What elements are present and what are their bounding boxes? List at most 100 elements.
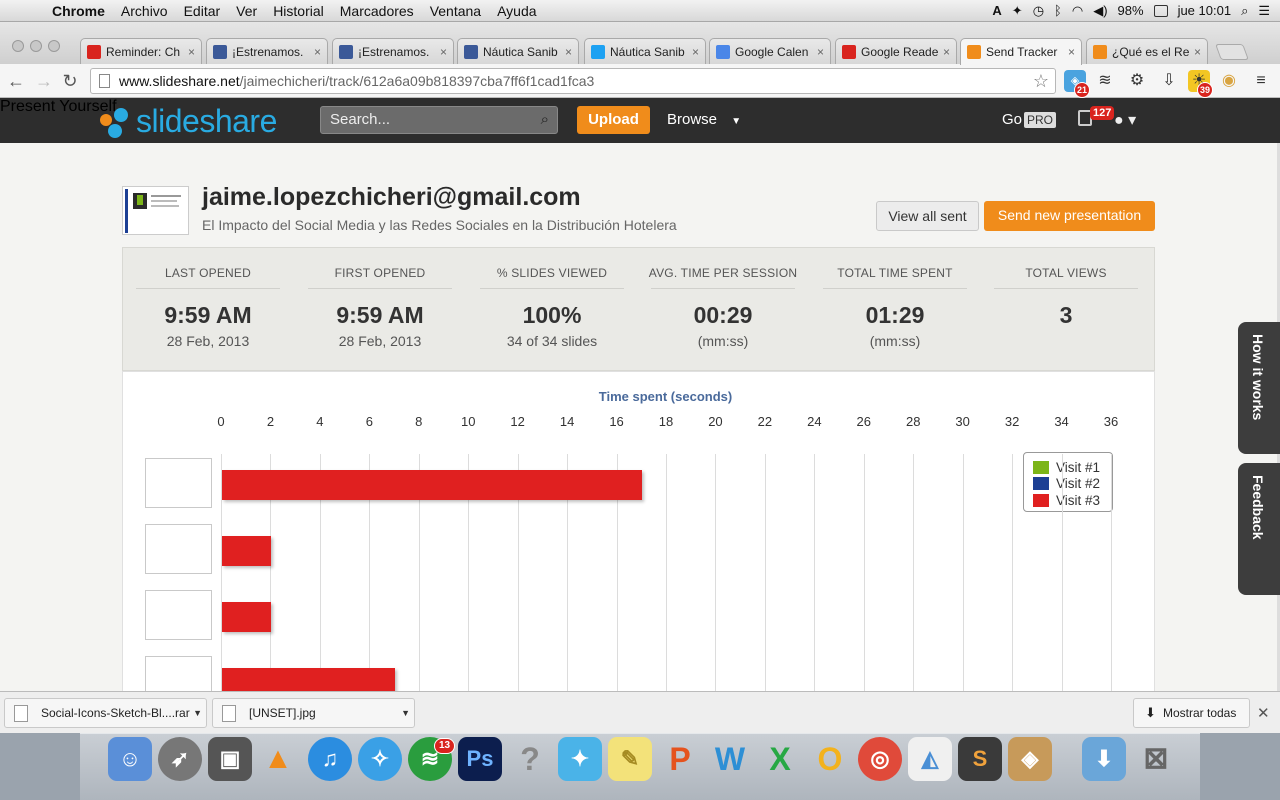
close-tab-icon[interactable]: × <box>817 45 824 59</box>
close-tab-icon[interactable]: × <box>943 45 950 59</box>
download-item[interactable]: Social-Icons-Sketch-Bl....rar ▼ <box>4 698 207 728</box>
unknown-app-icon[interactable]: ? <box>508 737 552 781</box>
show-all-downloads-button[interactable]: ⬇ Mostrar todas <box>1133 698 1250 728</box>
slide-thumbnail[interactable] <box>145 590 212 640</box>
slide-thumbnail[interactable] <box>145 458 212 508</box>
bar-visit-3[interactable] <box>222 536 272 566</box>
browser-tab[interactable]: Google Reade × <box>835 38 957 64</box>
dropbox-icon[interactable]: ✦ <box>1012 3 1023 19</box>
download-item[interactable]: [UNSET].jpg ▼ <box>212 698 415 728</box>
view-all-sent-button[interactable]: View all sent <box>876 201 979 231</box>
adobe-icon[interactable]: A <box>992 3 1001 18</box>
menu-marcadores[interactable]: Marcadores <box>332 3 422 19</box>
clock-text[interactable]: jue 10:01 <box>1178 3 1232 18</box>
go-pro-link[interactable]: Go PRO <box>1002 111 1057 128</box>
send-new-presentation-button[interactable]: Send new presentation <box>984 201 1155 231</box>
spotlight-icon[interactable]: ⌕ <box>1241 3 1248 19</box>
powerpoint-icon[interactable]: P <box>658 737 702 781</box>
bar-visit-3[interactable] <box>222 470 643 500</box>
wifi-icon[interactable]: ◠ <box>1072 3 1083 19</box>
browser-tab[interactable]: Send Tracker × <box>960 38 1082 65</box>
user-menu-icon[interactable]: ● ▾ <box>1114 110 1136 130</box>
close-tab-icon[interactable]: × <box>565 45 572 59</box>
battery-text[interactable]: 98% <box>1118 3 1144 18</box>
menu-chrome[interactable]: Chrome <box>44 3 113 19</box>
search-input[interactable]: Search... ⌕ <box>320 106 558 134</box>
browser-tab[interactable]: ¿Qué es el Re × <box>1086 38 1208 64</box>
launchpad-icon[interactable]: ➶ <box>158 737 202 781</box>
outlook-icon[interactable]: O <box>808 737 852 781</box>
new-tab-button[interactable] <box>1215 44 1249 60</box>
itunes-icon[interactable]: ♫ <box>308 737 352 781</box>
close-tab-icon[interactable]: × <box>188 45 195 59</box>
cookie-icon[interactable]: ◉ <box>1218 70 1240 92</box>
bookmark-star-icon[interactable]: ☆ <box>1033 69 1049 93</box>
slide-thumbnail[interactable] <box>145 524 212 574</box>
close-tab-icon[interactable]: × <box>314 45 321 59</box>
close-icon[interactable]: ✕ <box>1257 704 1270 722</box>
sublime-text-icon[interactable]: S <box>958 737 1002 781</box>
safari-icon[interactable]: ✧ <box>358 737 402 781</box>
excel-icon[interactable]: X <box>758 737 802 781</box>
browser-tab[interactable]: ¡Estrenamos. × <box>206 38 328 64</box>
presentation-title[interactable]: El Impacto del Social Media y las Redes … <box>202 217 677 233</box>
browser-tab[interactable]: Náutica Sanib × <box>457 38 579 64</box>
gear-icon[interactable]: ⚙ <box>1126 70 1148 92</box>
trash-icon[interactable]: ⊠ <box>1134 737 1178 781</box>
menu-ventana[interactable]: Ventana <box>422 3 489 19</box>
chevron-down-icon[interactable]: ▼ <box>401 699 410 727</box>
browser-tab[interactable]: Reminder: Ch × <box>80 38 202 64</box>
browser-tab[interactable]: Náutica Sanib × <box>584 38 706 64</box>
volume-icon[interactable]: ◀) <box>1093 3 1107 19</box>
grapher-icon[interactable]: ◭ <box>908 737 952 781</box>
iphoto-icon[interactable]: ◈ <box>1008 737 1052 781</box>
download-extension-icon[interactable]: ⇩ <box>1158 70 1180 92</box>
menu-ayuda[interactable]: Ayuda <box>489 3 544 19</box>
search-icon[interactable]: ⌕ <box>541 107 549 133</box>
close-tab-icon[interactable]: × <box>1068 45 1075 59</box>
how-it-works-tab[interactable]: How it works <box>1238 322 1280 454</box>
reload-icon[interactable]: ↻ <box>60 71 80 92</box>
forward-arrow-icon[interactable]: → <box>34 71 54 92</box>
close-window-icon[interactable] <box>12 40 24 52</box>
layers-icon[interactable]: ≋ <box>1094 70 1116 92</box>
slideshare-logo[interactable]: slideshare <box>100 101 277 141</box>
browser-tab[interactable]: ¡Estrenamos. × <box>332 38 454 64</box>
bluetooth-icon[interactable]: ᛒ <box>1054 3 1062 18</box>
browse-menu[interactable]: Browse ▼ <box>667 111 741 128</box>
menu-historial[interactable]: Historial <box>265 3 332 19</box>
chrome-menu-icon[interactable]: ≡ <box>1250 70 1272 92</box>
finder-icon[interactable]: ☺ <box>108 737 152 781</box>
vlc-icon[interactable]: ▲ <box>256 737 300 781</box>
how-it-works-label: How it works <box>1250 334 1266 421</box>
minimize-window-icon[interactable] <box>30 40 42 52</box>
menu-ver[interactable]: Ver <box>228 3 265 19</box>
bar-visit-3[interactable] <box>222 668 396 691</box>
twitter-icon[interactable]: ✦ <box>558 737 602 781</box>
zoom-window-icon[interactable] <box>48 40 60 52</box>
close-tab-icon[interactable]: × <box>692 45 699 59</box>
photo-booth-icon[interactable]: ▣ <box>208 737 252 781</box>
chrome-icon[interactable]: ◎ <box>858 737 902 781</box>
address-bar[interactable]: www.slideshare.net/jaimechicheri/track/6… <box>90 68 1056 94</box>
chevron-down-icon[interactable]: ▼ <box>193 699 202 727</box>
upload-button[interactable]: Upload <box>577 106 650 134</box>
browser-tab[interactable]: Google Calen × <box>709 38 831 64</box>
close-tab-icon[interactable]: × <box>440 45 447 59</box>
presentation-thumbnail[interactable] <box>122 186 189 235</box>
menu-editar[interactable]: Editar <box>176 3 229 19</box>
battery-icon[interactable] <box>1153 4 1168 17</box>
notification-center-icon[interactable]: ☰ <box>1258 3 1270 19</box>
pro-badge: PRO <box>1024 112 1057 128</box>
slide-thumbnail[interactable] <box>145 656 212 691</box>
downloads-folder-icon[interactable]: ⬇ <box>1082 737 1126 781</box>
bar-visit-3[interactable] <box>222 602 272 632</box>
photoshop-icon[interactable]: Ps <box>458 737 502 781</box>
back-arrow-icon[interactable]: ← <box>6 71 26 92</box>
menu-archivo[interactable]: Archivo <box>113 3 176 19</box>
stickies-icon[interactable]: ✎ <box>608 737 652 781</box>
close-tab-icon[interactable]: × <box>1194 45 1201 59</box>
feedback-tab[interactable]: Feedback <box>1238 463 1280 595</box>
time-machine-icon[interactable]: ◷ <box>1033 3 1044 19</box>
word-icon[interactable]: W <box>708 737 752 781</box>
